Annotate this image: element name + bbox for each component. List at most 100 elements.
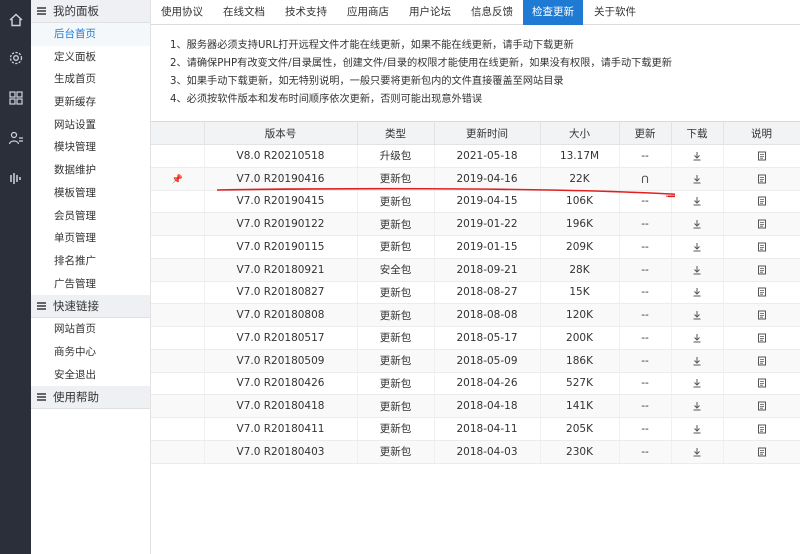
update-link-icon[interactable]: [640, 173, 650, 185]
sidebar-item-update-cache[interactable]: 更新缓存: [31, 91, 150, 114]
sidebar-group-help[interactable]: 使用帮助: [31, 386, 150, 410]
sidebar-item-business-center[interactable]: 商务中心: [31, 341, 150, 364]
notes-button[interactable]: [722, 372, 800, 396]
sidebar-item-member-management[interactable]: 会员管理: [31, 205, 150, 228]
document-icon[interactable]: [757, 241, 767, 253]
download-button[interactable]: [670, 372, 723, 396]
download-arrow-icon[interactable]: [692, 241, 702, 253]
download-arrow-icon[interactable]: [692, 355, 702, 367]
notes-button[interactable]: [722, 144, 800, 168]
update-cell: --: [618, 349, 671, 373]
tab-usage-agreement[interactable]: 使用协议: [151, 0, 213, 25]
sidebar-item-data-maintenance[interactable]: 数据维护: [31, 159, 150, 182]
download-arrow-icon[interactable]: [692, 173, 702, 185]
update-link[interactable]: [618, 167, 671, 191]
sidebar-group-my-panel[interactable]: 我的面板: [31, 0, 150, 23]
notes-button[interactable]: [722, 167, 800, 191]
equalizer-icon[interactable]: [0, 158, 31, 198]
download-arrow-icon[interactable]: [692, 309, 702, 321]
sidebar-item-template-management[interactable]: 模板管理: [31, 182, 150, 205]
home-icon[interactable]: [0, 0, 31, 40]
document-icon[interactable]: [757, 286, 767, 298]
tab-tech-support[interactable]: 技术支持: [275, 0, 337, 25]
notes-button[interactable]: [722, 212, 800, 236]
tab-online-docs[interactable]: 在线文档: [213, 0, 275, 25]
notes-button[interactable]: [722, 258, 800, 282]
download-button[interactable]: [670, 417, 723, 441]
note-line: 1、服务器必须支持URL打开远程文件才能在线更新，如果不能在线更新，请手动下载更…: [170, 40, 574, 51]
document-icon[interactable]: [757, 446, 767, 458]
sidebar-group-quick-links[interactable]: 快速链接: [31, 295, 150, 319]
download-button[interactable]: [670, 281, 723, 305]
download-button[interactable]: [670, 144, 723, 168]
notes-button[interactable]: [722, 440, 800, 464]
notes-button[interactable]: [722, 303, 800, 327]
download-arrow-icon[interactable]: [692, 332, 702, 344]
download-button[interactable]: [670, 212, 723, 236]
document-icon[interactable]: [757, 218, 767, 230]
notes-button[interactable]: [722, 349, 800, 373]
user-list-icon[interactable]: [0, 118, 31, 158]
download-button[interactable]: [670, 235, 723, 259]
tab-feedback[interactable]: 信息反馈: [461, 0, 523, 25]
gear-icon[interactable]: [0, 38, 31, 78]
document-icon[interactable]: [757, 150, 767, 162]
download-arrow-icon[interactable]: [692, 400, 702, 412]
sidebar-item-dashboard[interactable]: 后台首页: [31, 23, 150, 46]
notes-button[interactable]: [722, 235, 800, 259]
download-button[interactable]: [670, 167, 723, 191]
document-icon[interactable]: [757, 264, 767, 276]
type-cell: 更新包: [356, 326, 434, 350]
sidebar-item-site-home[interactable]: 网站首页: [31, 318, 150, 341]
download-button[interactable]: [670, 326, 723, 350]
document-icon[interactable]: [757, 309, 767, 321]
size-cell: 22K: [539, 167, 619, 191]
notes-button[interactable]: [722, 326, 800, 350]
document-icon[interactable]: [757, 400, 767, 412]
tab-app-store[interactable]: 应用商店: [337, 0, 399, 25]
download-button[interactable]: [670, 440, 723, 464]
download-arrow-icon[interactable]: [692, 218, 702, 230]
version-cell: V7.0 R20180808: [203, 303, 357, 327]
document-icon[interactable]: [757, 377, 767, 389]
download-arrow-icon[interactable]: [692, 195, 702, 207]
download-button[interactable]: [670, 258, 723, 282]
download-arrow-icon[interactable]: [692, 286, 702, 298]
pin-cell: [151, 349, 204, 373]
document-icon[interactable]: [757, 423, 767, 435]
sidebar-item-custom-panel[interactable]: 定义面板: [31, 46, 150, 69]
sidebar-item-logout[interactable]: 安全退出: [31, 364, 150, 387]
sidebar-item-ad-management[interactable]: 广告管理: [31, 273, 150, 296]
date-cell: 2018-04-18: [433, 394, 540, 418]
notes-button[interactable]: [722, 394, 800, 418]
download-button[interactable]: [670, 394, 723, 418]
download-arrow-icon[interactable]: [692, 423, 702, 435]
sidebar-item-site-settings[interactable]: 网站设置: [31, 114, 150, 137]
document-icon[interactable]: [757, 355, 767, 367]
size-cell: 106K: [539, 190, 619, 214]
tab-user-forum[interactable]: 用户论坛: [399, 0, 461, 25]
download-button[interactable]: [670, 190, 723, 214]
download-button[interactable]: [670, 303, 723, 327]
download-arrow-icon[interactable]: [692, 377, 702, 389]
grid-icon[interactable]: [0, 78, 31, 118]
notes-button[interactable]: [722, 417, 800, 441]
type-cell: 更新包: [356, 212, 434, 236]
pin-cell: [151, 281, 204, 305]
document-icon[interactable]: [757, 195, 767, 207]
notes-button[interactable]: [722, 190, 800, 214]
sidebar-item-ranking-promotion[interactable]: 排名推广: [31, 250, 150, 273]
download-arrow-icon[interactable]: [692, 446, 702, 458]
document-icon[interactable]: [757, 332, 767, 344]
download-arrow-icon[interactable]: [692, 150, 702, 162]
tab-check-update[interactable]: 检查更新: [523, 0, 583, 25]
tab-about[interactable]: 关于软件: [583, 0, 647, 25]
download-button[interactable]: [670, 349, 723, 373]
download-arrow-icon[interactable]: [692, 264, 702, 276]
document-icon[interactable]: [757, 173, 767, 185]
sidebar-item-module-management[interactable]: 模块管理: [31, 136, 150, 159]
sidebar-item-page-management[interactable]: 单页管理: [31, 227, 150, 250]
sidebar-item-generate-home[interactable]: 生成首页: [31, 68, 150, 91]
notes-button[interactable]: [722, 281, 800, 305]
table-row: V7.0 R20180827 更新包 2018-08-27 15K --: [151, 281, 800, 305]
